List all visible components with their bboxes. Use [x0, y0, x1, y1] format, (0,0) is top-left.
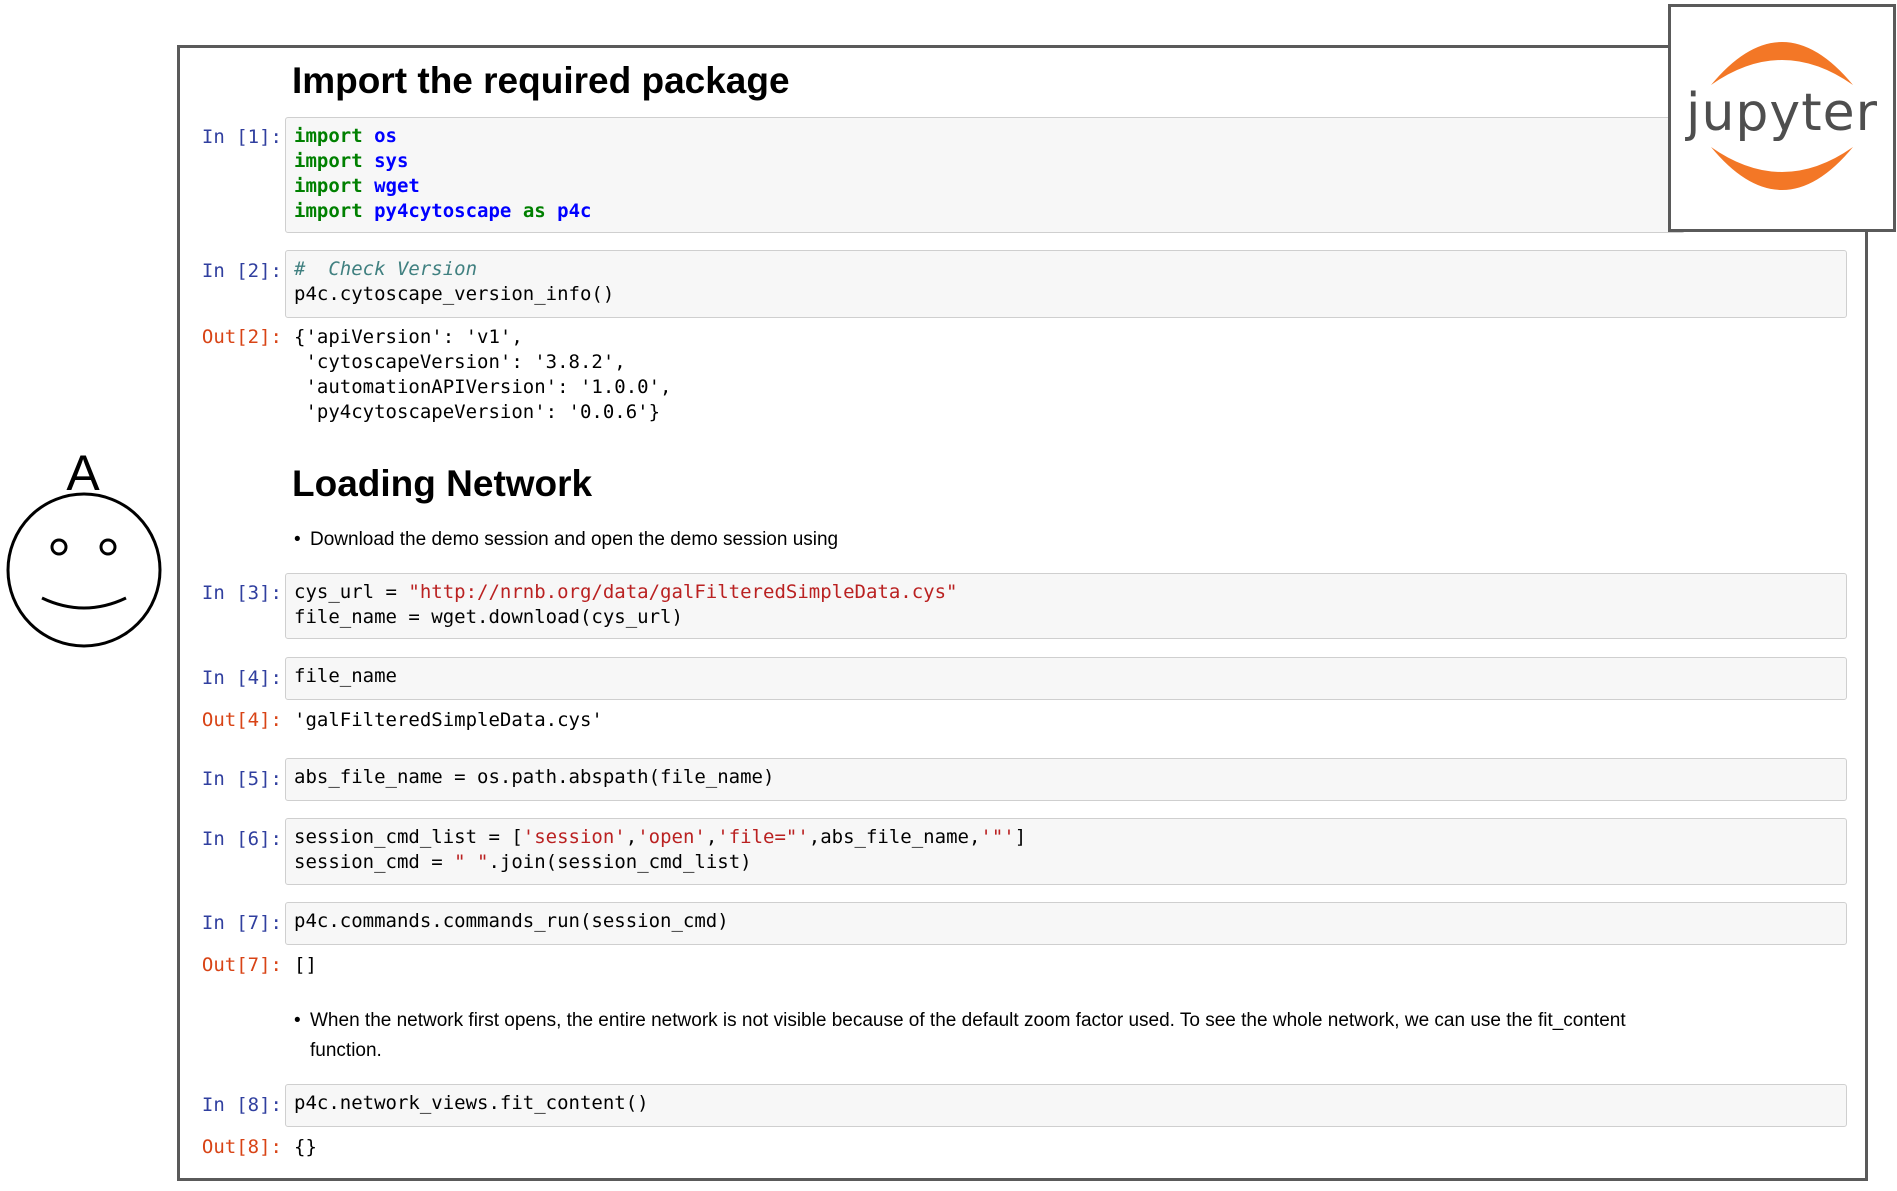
- output-fit-content: {}: [294, 1136, 317, 1158]
- code-cell-7[interactable]: p4c.commands.commands_run(session_cmd): [285, 902, 1847, 945]
- in-prompt-6: In [6]:: [201, 828, 282, 850]
- output-commands-run: []: [294, 954, 317, 976]
- in-prompt-8: In [8]:: [201, 1094, 282, 1116]
- code-cell-4[interactable]: file_name: [285, 657, 1847, 700]
- bullet-fit-content: • When the network first opens, the entir…: [294, 1010, 1626, 1061]
- heading-import-packages: Import the required package: [292, 60, 790, 101]
- out-prompt-8: Out[8]:: [201, 1136, 282, 1158]
- logo-bottom-arc-icon: [1711, 147, 1853, 190]
- code-cell-8[interactable]: p4c.network_views.fit_content(): [285, 1084, 1847, 1127]
- in-prompt-2: In [2]:: [201, 260, 282, 282]
- bullet-download-demo: • Download the demo session and open the …: [294, 529, 839, 550]
- in-prompt-7: In [7]:: [201, 912, 282, 934]
- in-prompt-5: In [5]:: [201, 768, 282, 790]
- code-cell-2[interactable]: # Check Version p4c.cytoscape_version_in…: [285, 250, 1847, 318]
- code-cell-5[interactable]: abs_file_name = os.path.abspath(file_nam…: [285, 758, 1847, 801]
- out-prompt-2: Out[2]:: [201, 326, 282, 348]
- jupyter-logo: jupyter: [1668, 4, 1896, 232]
- smiley-face-icon: [6, 492, 162, 648]
- output-version-info: {'apiVersion': 'v1', 'cytoscapeVersion':…: [294, 326, 672, 423]
- jupyter-wordmark: jupyter: [1686, 83, 1878, 143]
- out-prompt-4: Out[4]:: [201, 709, 282, 731]
- out-prompt-7: Out[7]:: [201, 954, 282, 976]
- user-avatar: A: [4, 440, 174, 665]
- code-cell-6[interactable]: session_cmd_list = ['session','open','fi…: [285, 818, 1847, 885]
- in-prompt-3: In [3]:: [201, 582, 282, 604]
- output-file-name: 'galFilteredSimpleData.cys': [294, 709, 603, 731]
- heading-loading-network: Loading Network: [292, 463, 593, 504]
- code-cell-3[interactable]: cys_url = "http://nrnb.org/data/galFilte…: [285, 573, 1847, 639]
- logo-top-arc-icon: [1711, 42, 1853, 85]
- in-prompt-4: In [4]:: [201, 667, 282, 689]
- in-prompt-1: In [1]:: [201, 126, 282, 148]
- code-cell-1[interactable]: import os import sys import wget import …: [285, 117, 1685, 233]
